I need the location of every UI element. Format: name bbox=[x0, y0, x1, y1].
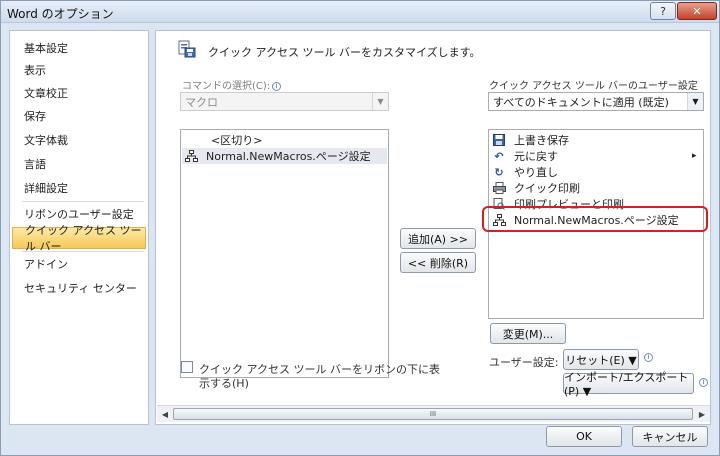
info-icon: i bbox=[272, 81, 282, 91]
qat-document-dropdown[interactable]: すべてのドキュメントに適用 (既定) ▼ bbox=[488, 92, 704, 111]
nav-item-typography[interactable]: 文字体裁 bbox=[12, 129, 146, 151]
list-item-label: Normal.NewMacros.ページ設定 bbox=[206, 150, 371, 163]
customizations-label: ユーザー設定: bbox=[489, 356, 559, 369]
list-item-label: 上書き保存 bbox=[514, 134, 569, 147]
save-icon bbox=[492, 133, 506, 147]
nav-item-display[interactable]: 表示 bbox=[12, 59, 146, 81]
add-button[interactable]: 追加(A) >> bbox=[400, 228, 476, 249]
list-item-label: 元に戻す bbox=[514, 150, 558, 163]
list-item-separator[interactable]: <区切り> bbox=[182, 132, 387, 148]
scroll-left-icon[interactable]: ◀ bbox=[159, 408, 171, 420]
show-below-ribbon-label-line2: 示する(H) bbox=[199, 377, 249, 390]
nav-item-general[interactable]: 基本設定 bbox=[12, 37, 146, 59]
scrollbar-thumb[interactable]: III bbox=[173, 408, 693, 420]
nav-item-save[interactable]: 保存 bbox=[12, 105, 146, 127]
list-item-save[interactable]: 上書き保存 bbox=[490, 132, 702, 148]
remove-button[interactable]: << 削除(R) bbox=[400, 252, 476, 273]
list-item-quick-print[interactable]: クイック印刷 bbox=[490, 180, 702, 196]
scroll-right-icon[interactable]: ▶ bbox=[696, 408, 708, 420]
cancel-button[interactable]: キャンセル bbox=[632, 426, 708, 447]
reset-button[interactable]: リセット(E) ▼ bbox=[563, 349, 639, 370]
available-commands-list[interactable]: <区切り> Normal.NewMacros.ページ設定 bbox=[180, 129, 389, 378]
chevron-down-icon: ▼ bbox=[372, 93, 388, 110]
scroll-grip: III bbox=[429, 410, 437, 418]
choose-commands-value: マクロ bbox=[185, 95, 218, 109]
nav-item-quick-access-toolbar[interactable]: クイック アクセス ツール バー bbox=[12, 224, 146, 253]
list-item-macro[interactable]: Normal.NewMacros.ページ設定 bbox=[182, 148, 387, 164]
window-title: Word のオプション bbox=[7, 7, 114, 21]
import-export-button[interactable]: インポート/エクスポート(P) ▼ bbox=[563, 371, 694, 398]
list-item-redo[interactable]: ↻ やり直し bbox=[490, 164, 702, 180]
quick-access-toolbar-icon bbox=[178, 40, 196, 58]
print-icon bbox=[492, 181, 506, 195]
list-item-undo[interactable]: ↶ 元に戻す ▸ bbox=[490, 148, 702, 164]
nav-item-trust-center[interactable]: セキュリティ センター bbox=[12, 277, 146, 299]
word-options-dialog: Word のオプション ? ✕ 基本設定 表示 文章校正 保存 文字体裁 言語 … bbox=[0, 0, 720, 456]
ok-button[interactable]: OK bbox=[546, 426, 622, 447]
nav-separator bbox=[22, 201, 144, 202]
title-bar: Word のオプション ? ✕ bbox=[1, 1, 719, 23]
redo-icon: ↻ bbox=[494, 165, 504, 179]
show-below-ribbon-checkbox[interactable] bbox=[181, 361, 193, 373]
nav-item-language[interactable]: 言語 bbox=[12, 153, 146, 175]
horizontal-scrollbar[interactable]: ◀ III ▶ bbox=[157, 405, 710, 422]
chevron-down-icon: ▼ bbox=[687, 93, 703, 110]
info-icon: i bbox=[644, 353, 653, 362]
close-button[interactable]: ✕ bbox=[677, 2, 717, 20]
submenu-arrow-icon: ▸ bbox=[692, 151, 697, 161]
nav-separator bbox=[22, 251, 144, 252]
help-button[interactable]: ? bbox=[650, 2, 676, 20]
nav-item-addins[interactable]: アドイン bbox=[12, 253, 146, 275]
highlight-annotation bbox=[482, 206, 708, 232]
list-item-label: クイック印刷 bbox=[514, 182, 580, 195]
modify-button[interactable]: 変更(M)... bbox=[490, 323, 566, 344]
list-item-label: やり直し bbox=[514, 166, 558, 179]
qat-settings-panel: クイック アクセス ツール バーをカスタマイズします。 コマンドの選択(C): i… bbox=[155, 30, 711, 425]
nav-item-advanced[interactable]: 詳細設定 bbox=[12, 177, 146, 199]
nav-item-proofing[interactable]: 文章校正 bbox=[12, 82, 146, 104]
info-icon: i bbox=[699, 378, 708, 387]
list-item-label: <区切り> bbox=[211, 134, 263, 147]
choose-commands-label: コマンドの選択(C): i bbox=[182, 77, 282, 92]
undo-icon: ↶ bbox=[494, 149, 504, 163]
macro-icon bbox=[184, 149, 198, 163]
panel-header: クイック アクセス ツール バーをカスタマイズします。 bbox=[208, 46, 481, 59]
qat-document-value: すべてのドキュメントに適用 (既定) bbox=[493, 95, 669, 109]
choose-commands-label-text: コマンドの選択(C): bbox=[182, 81, 271, 92]
options-category-list: 基本設定 表示 文章校正 保存 文字体裁 言語 詳細設定 リボンのユーザー設定 … bbox=[9, 30, 149, 425]
choose-commands-dropdown[interactable]: マクロ ▼ bbox=[180, 92, 389, 111]
